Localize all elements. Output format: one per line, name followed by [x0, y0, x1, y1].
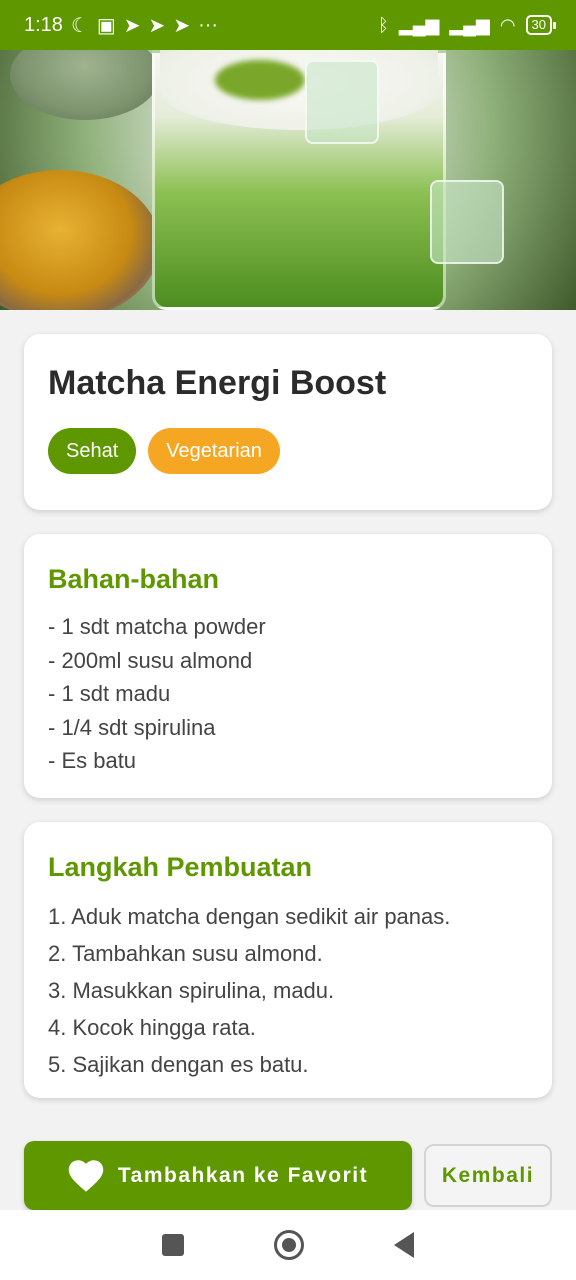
list-item: - 1 sdt matcha powder — [48, 614, 266, 639]
status-bar: 1:18 ☾ ▣ ➤ ➤ ➤ ··· ᛒ ▂▄▆ ▂▄▆ ◠ 30 — [0, 0, 576, 50]
steps-heading: Langkah Pembuatan — [48, 852, 313, 882]
signal-icon: ▂▄▆ — [449, 14, 490, 35]
ingredients-heading: Bahan-bahan — [48, 564, 220, 594]
steps-list: 1. Aduk matcha dengan sedikit air panas.… — [48, 898, 450, 1083]
back-arrow-icon[interactable] — [394, 1232, 414, 1258]
bowl-shape — [10, 50, 160, 120]
telegram-icon: ➤ — [123, 14, 141, 37]
list-item: 4. Kocok hingga rata. — [48, 1015, 256, 1040]
tea-cup-shape — [0, 170, 160, 310]
tag-list: Sehat Vegetarian — [48, 428, 280, 474]
list-item: 1. Aduk matcha dengan sedikit air panas. — [48, 904, 451, 929]
back-button[interactable]: Kembali — [424, 1144, 552, 1207]
tag-sehat: Sehat — [48, 428, 137, 474]
wifi-icon: ◠ — [499, 14, 516, 35]
wooden-stick-shape — [529, 201, 576, 310]
telegram-icon: ➤ — [148, 14, 166, 37]
foam-shape — [160, 50, 438, 130]
status-left: 1:18 ☾ ▣ ➤ ➤ ➤ ··· — [24, 13, 218, 38]
steps-card: Langkah Pembuatan 1. Aduk matcha dengan … — [24, 822, 552, 1098]
list-item: - 1/4 sdt spirulina — [48, 714, 216, 740]
ingredients-list: - 1 sdt matcha powder - 200ml susu almon… — [48, 610, 266, 778]
recipe-hero-image — [0, 50, 576, 310]
back-label: Kembali — [441, 1163, 535, 1187]
list-item: - 1 sdt madu — [48, 681, 171, 706]
list-item: 2. Tambahkan susu almond. — [48, 941, 323, 966]
add-to-favorites-button[interactable]: Tambahkan ke Favorit — [24, 1141, 412, 1210]
home-icon[interactable] — [274, 1230, 304, 1260]
ice-cube-shape — [430, 180, 504, 264]
recipe-title: Matcha Energi Boost — [48, 364, 387, 402]
nfc-icon: ▣ — [96, 14, 116, 37]
battery-icon: 30 — [525, 15, 557, 35]
telegram-icon: ➤ — [173, 14, 191, 37]
add-to-favorites-label: Tambahkan ke Favorit — [117, 1163, 369, 1187]
signal-icon: ▂▄▆ — [398, 14, 440, 35]
heart-icon — [68, 1159, 104, 1192]
ingredients-card: Bahan-bahan - 1 sdt matcha powder - 200m… — [24, 534, 552, 798]
recipe-title-card: Matcha Energi Boost Sehat Vegetarian — [24, 334, 552, 510]
bluetooth-icon: ᛒ — [378, 14, 389, 35]
system-navigation-bar — [0, 1210, 576, 1280]
status-right: ᛒ ▂▄▆ ▂▄▆ ◠ 30 — [378, 14, 557, 36]
moon-icon: ☾ — [70, 14, 89, 37]
matcha-powder-shape — [215, 60, 305, 100]
list-item: - 200ml susu almond — [48, 647, 253, 673]
tag-vegetarian: Vegetarian — [148, 428, 280, 474]
list-item: - Es batu — [48, 748, 137, 773]
list-item: 3. Masukkan spirulina, madu. — [48, 978, 335, 1003]
recent-apps-icon[interactable] — [162, 1234, 184, 1256]
ice-cube-shape — [305, 60, 379, 144]
status-time: 1:18 — [24, 13, 63, 36]
more-dots-icon: ··· — [198, 13, 219, 36]
list-item: 5. Sajikan dengan es batu. — [48, 1052, 309, 1077]
